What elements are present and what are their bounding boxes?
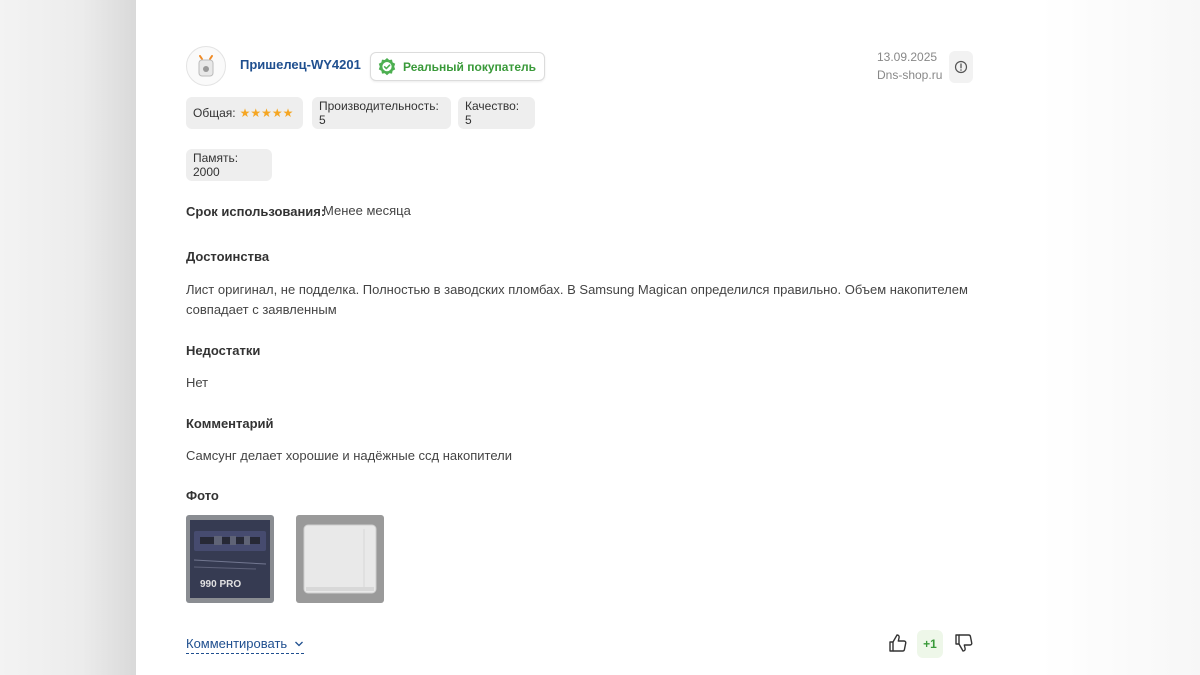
review-source: Dns-shop.ru [877, 68, 943, 82]
comment-title: Комментарий [186, 416, 274, 431]
pros-title: Достоинства [186, 249, 270, 264]
quality-rating-text: Качество: 5 [465, 99, 520, 127]
right-background [1040, 0, 1200, 675]
verified-check-icon [378, 57, 396, 75]
dislike-button[interactable] [954, 632, 974, 654]
verified-buyer-badge: Реальный покупатель [370, 52, 545, 81]
review-author-link[interactable]: Пришелец-WY4201 [240, 57, 361, 72]
usage-label: Срок использования: [186, 204, 326, 219]
info-icon [954, 60, 968, 74]
overall-rating-label: Общая: [193, 106, 236, 120]
pros-text-line1: Лист оригинал, не подделка. Полностью в … [186, 282, 968, 297]
alien-avatar-icon [198, 55, 214, 77]
usage-value: Менее месяца [323, 203, 411, 218]
package-photo [296, 515, 384, 603]
photos-title: Фото [186, 488, 219, 503]
memory-rating-chip: Память: 2000 [186, 149, 272, 181]
chevron-down-icon [294, 641, 303, 647]
ssd-box-photo: 990 PRO [186, 515, 274, 603]
thumbs-down-icon [955, 634, 973, 652]
performance-rating-text: Производительность: 5 [319, 99, 439, 127]
overall-rating-chip: Общая: ★★★★★ [186, 97, 303, 129]
comment-text: Самсунг делает хорошие и надёжные ссд на… [186, 448, 512, 463]
verified-buyer-label: Реальный покупатель [403, 59, 536, 74]
memory-rating-text: Память: 2000 [193, 151, 239, 179]
cons-text: Нет [186, 375, 209, 390]
performance-rating-chip: Производительность: 5 [312, 97, 451, 129]
comment-button-label: Комментировать [186, 636, 288, 651]
review-photo-2[interactable] [296, 515, 384, 603]
comment-button[interactable]: Комментировать [186, 636, 304, 654]
like-button[interactable] [888, 632, 908, 654]
thumbs-up-icon [889, 634, 907, 652]
review-photo-1[interactable]: 990 PRO [186, 515, 274, 603]
left-background [0, 0, 136, 675]
pros-text-line2: совпадает с заявленным [186, 302, 337, 317]
vote-count: +1 [917, 630, 943, 658]
review-date: 13.09.2025 [877, 50, 938, 64]
star-rating-icons: ★★★★★ [239, 106, 294, 120]
cons-title: Недостатки [186, 343, 261, 358]
user-avatar[interactable] [186, 46, 226, 86]
info-button[interactable] [949, 51, 973, 83]
quality-rating-chip: Качество: 5 [458, 97, 535, 129]
